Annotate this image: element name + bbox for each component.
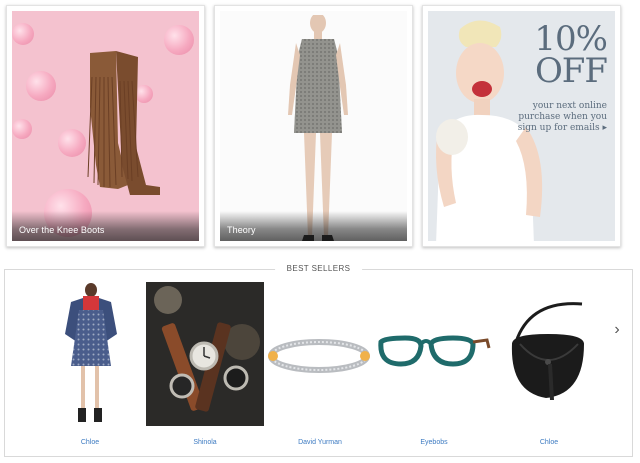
theory-image[interactable]: Theory <box>220 11 407 241</box>
promo-subtext[interactable]: your next online purchase when you sign … <box>515 101 607 134</box>
chevron-right-icon[interactable]: › <box>610 320 624 340</box>
promo-tile-theory[interactable]: Theory <box>214 5 413 247</box>
tile-caption[interactable]: Theory <box>227 225 256 235</box>
product-card[interactable]: Chloe <box>31 282 149 452</box>
section-title: BEST SELLERS <box>274 264 363 273</box>
ball-decoration <box>26 71 56 101</box>
product-card[interactable]: David Yurman <box>261 282 379 452</box>
product-brand-link[interactable]: Chloe <box>490 439 608 446</box>
ball-decoration <box>12 23 34 45</box>
promo-tile-email-signup[interactable]: 10% OFF your next online purchase when y… <box>422 5 621 247</box>
handbag-icon <box>511 302 584 400</box>
promo-headline-line2: OFF <box>534 51 608 91</box>
product-brand-link[interactable]: Shinola <box>146 439 264 446</box>
ball-decoration <box>12 119 32 139</box>
boots-image[interactable]: Over the Knee Boots <box>12 11 199 241</box>
dress-icon <box>65 283 117 422</box>
fringe-boot-icon <box>87 51 160 195</box>
promo-headline: 10% OFF <box>534 22 608 91</box>
product-brand-link[interactable]: David Yurman <box>261 439 379 446</box>
promo-tile-boots[interactable]: Over the Knee Boots <box>6 5 205 247</box>
best-sellers-carousel: BEST SELLERS Chloe Shinola David Yurman … <box>4 264 633 457</box>
product-card[interactable]: Eyebobs <box>375 282 493 452</box>
product-image[interactable] <box>375 282 493 426</box>
eyeglasses-icon <box>378 335 491 367</box>
bracelet-icon <box>268 339 370 373</box>
email-promo-image[interactable]: 10% OFF your next online purchase when y… <box>428 11 615 241</box>
promo-subtext-text: your next online purchase when you sign … <box>517 101 607 133</box>
product-image[interactable] <box>146 282 264 426</box>
product-card[interactable]: Shinola <box>146 282 264 452</box>
page: Over the Knee Boots Theory 10% OFF your … <box>0 0 640 463</box>
ball-decoration <box>164 25 194 55</box>
model-dress-icon <box>288 15 348 241</box>
product-card[interactable]: Chloe <box>490 282 608 452</box>
arrow-right-icon: ▸ <box>602 123 607 133</box>
product-image[interactable] <box>490 282 608 426</box>
product-image[interactable] <box>261 282 379 426</box>
product-brand-link[interactable]: Chloe <box>31 439 149 446</box>
tile-caption[interactable]: Over the Knee Boots <box>19 225 104 235</box>
watches-icon <box>146 282 264 426</box>
product-brand-link[interactable]: Eyebobs <box>375 439 493 446</box>
product-image[interactable] <box>31 282 149 426</box>
